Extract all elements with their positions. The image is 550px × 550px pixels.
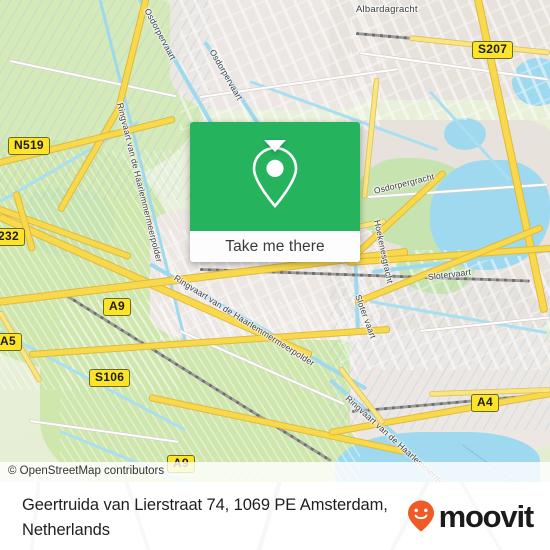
map-shield[interactable]: N519	[8, 137, 50, 155]
map-shield[interactable]: S106	[89, 369, 131, 387]
map-shield[interactable]: A5	[0, 333, 22, 351]
card-icon-area	[190, 122, 360, 231]
moovit-logo[interactable]: moovit	[406, 498, 535, 534]
moovit-smiley-pin-icon	[407, 500, 434, 532]
address-text: Geertruida van Lierstraat 74, 1069 PE Am…	[22, 496, 388, 539]
footer-bar: Geertruida van Lierstraat 74, 1069 PE Am…	[0, 482, 550, 550]
take-me-there-button[interactable]: Take me there	[190, 231, 360, 262]
moovit-location-card-screenshot: N519 232 A9 A5 S106 A9 S207 A4 Osdorperv…	[0, 0, 550, 550]
take-me-there-label: Take me there	[225, 237, 325, 255]
moovit-wordmark: moovit	[438, 498, 535, 534]
map-attribution-bar: © OpenStreetMap contributors	[0, 462, 550, 482]
map-shield[interactable]: A9	[103, 298, 131, 316]
osm-attribution-text[interactable]: © OpenStreetMap contributors	[8, 465, 164, 477]
map-shield[interactable]: S207	[472, 41, 514, 59]
map-label: Albardagracht	[356, 4, 418, 15]
map-field-texture	[0, 0, 210, 200]
map-shield[interactable]: 232	[0, 228, 25, 246]
card-pointer-tail	[264, 140, 286, 152]
map-block-texture	[350, 0, 550, 120]
location-pin-icon	[252, 146, 298, 208]
map-shield[interactable]: A4	[471, 394, 499, 412]
